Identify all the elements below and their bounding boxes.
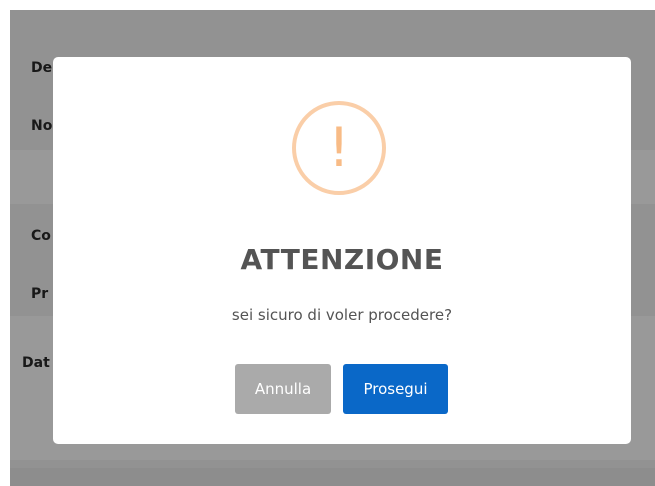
- dialog-title: ATTENZIONE: [240, 243, 444, 276]
- confirm-button[interactable]: Prosegui: [343, 364, 448, 414]
- confirm-dialog: ! ATTENZIONE sei sicuro di voler procede…: [53, 57, 631, 444]
- exclamation-icon: !: [292, 101, 386, 195]
- exclamation-glyph: !: [328, 116, 350, 179]
- dialog-message: sei sicuro di voler procedere?: [231, 306, 453, 324]
- screen: De No Co Pr Dat ! ATTENZIONE sei sicuro …: [0, 0, 655, 486]
- cancel-button[interactable]: Annulla: [235, 364, 331, 414]
